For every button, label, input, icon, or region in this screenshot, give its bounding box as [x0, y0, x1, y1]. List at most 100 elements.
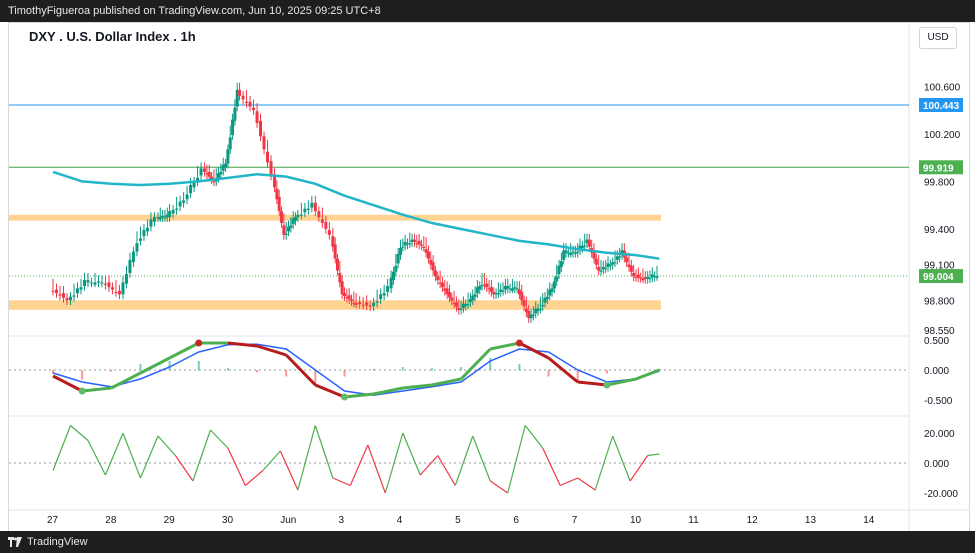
candle-body [608, 264, 612, 266]
momentum-line-segment [507, 425, 526, 494]
candle-body [394, 265, 398, 272]
momentum-line-segment [454, 435, 474, 486]
time-tick-label: 13 [805, 515, 817, 526]
candle-body [282, 225, 286, 235]
candle-body [447, 291, 451, 298]
candle-body [128, 259, 132, 273]
price-label-text: 99.919 [923, 163, 954, 174]
candle-body [520, 291, 524, 301]
oscillator-line-segment [168, 341, 200, 360]
chart-area[interactable]: 100.600 100.200 99.800 99.400 99.100 98.800 98… [8, 22, 970, 532]
momentum-line-segment [122, 432, 142, 479]
histogram-bar [256, 370, 259, 373]
candle-body [510, 288, 514, 291]
candle-body [618, 256, 622, 258]
candle-body [604, 268, 608, 270]
momentum-line-segment [262, 450, 281, 471]
candle-body [324, 221, 328, 229]
candle-body [269, 161, 273, 176]
time-tick-label: 30 [222, 515, 234, 526]
price-tick-label: 99.400 [924, 225, 955, 236]
currency-button[interactable]: USD [919, 27, 957, 49]
candle-body [310, 202, 314, 208]
chart-svg[interactable]: 100.600100.20099.80099.40099.10098.80098… [9, 23, 969, 531]
tradingview-logo-icon [8, 537, 22, 547]
candle-body [550, 288, 554, 292]
candle-body [454, 302, 458, 307]
candle-body [255, 111, 259, 124]
histogram-bar [343, 370, 346, 377]
candle-body [639, 277, 643, 279]
symbol-title[interactable]: DXY . U.S. Dollar Index . 1h [29, 29, 196, 44]
price-tick-label: 100.600 [924, 82, 961, 93]
histogram-bar [110, 370, 113, 372]
candle-body [313, 202, 317, 212]
candle-body [625, 257, 629, 263]
momentum-line-segment [314, 425, 334, 479]
candle-body [636, 274, 640, 278]
momentum-line-segment [402, 432, 421, 476]
crossover-dot [78, 387, 86, 395]
candle-body [327, 230, 331, 235]
momentum-line-segment [70, 425, 89, 441]
candle-body [361, 304, 365, 306]
candle-body [280, 211, 284, 224]
candle-body [489, 287, 493, 292]
candle-body [431, 262, 435, 271]
candle-body [224, 163, 228, 168]
publish-header: TimothyFigueroa published on TradingView… [0, 0, 975, 22]
candle-body [506, 286, 510, 289]
oscillator-tick-label: -0.500 [924, 396, 953, 407]
histogram-bar [285, 370, 288, 377]
candle-body [597, 267, 601, 271]
histogram-bar [372, 368, 375, 371]
candle-body [398, 247, 402, 256]
support-resistance-zone [9, 300, 661, 310]
candle-body [379, 294, 383, 300]
crossover-dot [515, 339, 523, 347]
candle-body [485, 283, 489, 288]
candle-body [245, 101, 249, 103]
candle-body [152, 217, 156, 222]
candle-body [426, 251, 430, 259]
candle-body [103, 283, 107, 285]
momentum-line-segment [139, 435, 159, 479]
candle-body [571, 251, 575, 253]
candle-body [219, 171, 223, 175]
price-tick-label: 99.800 [924, 177, 955, 188]
candle-body [317, 211, 321, 218]
candle-body [107, 282, 111, 288]
candle-body [333, 244, 337, 259]
candle-body [569, 252, 573, 256]
histogram-bar [635, 370, 637, 371]
momentum-line-segment [577, 477, 596, 491]
candle-body [241, 95, 245, 100]
candle-body [238, 89, 242, 96]
candle-body [433, 270, 437, 277]
candle-body [583, 245, 587, 247]
candle-body [294, 217, 298, 221]
candle-body [79, 287, 83, 290]
candle-body [284, 233, 288, 235]
momentum-line-segment [209, 429, 229, 449]
candle-body [131, 251, 135, 263]
momentum-tick-label: 0.000 [924, 459, 949, 470]
candle-body [231, 119, 235, 136]
crossover-dot [341, 393, 348, 401]
candle-body [51, 290, 55, 292]
candle-body [522, 300, 526, 307]
time-tick-label: 29 [164, 515, 176, 526]
time-tick-label: Jun [280, 515, 296, 526]
main-price-panel [9, 82, 909, 323]
candle-body [110, 287, 114, 290]
candle-body [262, 136, 266, 150]
candle-body [473, 294, 477, 297]
candle-body [349, 299, 353, 301]
momentum-line-segment [472, 435, 491, 482]
candle-body [408, 243, 412, 245]
candle-body [117, 290, 121, 295]
candle-body [149, 219, 153, 227]
histogram-bar [518, 364, 521, 371]
oscillator-line-segment [139, 356, 171, 375]
candle-body [613, 262, 617, 264]
